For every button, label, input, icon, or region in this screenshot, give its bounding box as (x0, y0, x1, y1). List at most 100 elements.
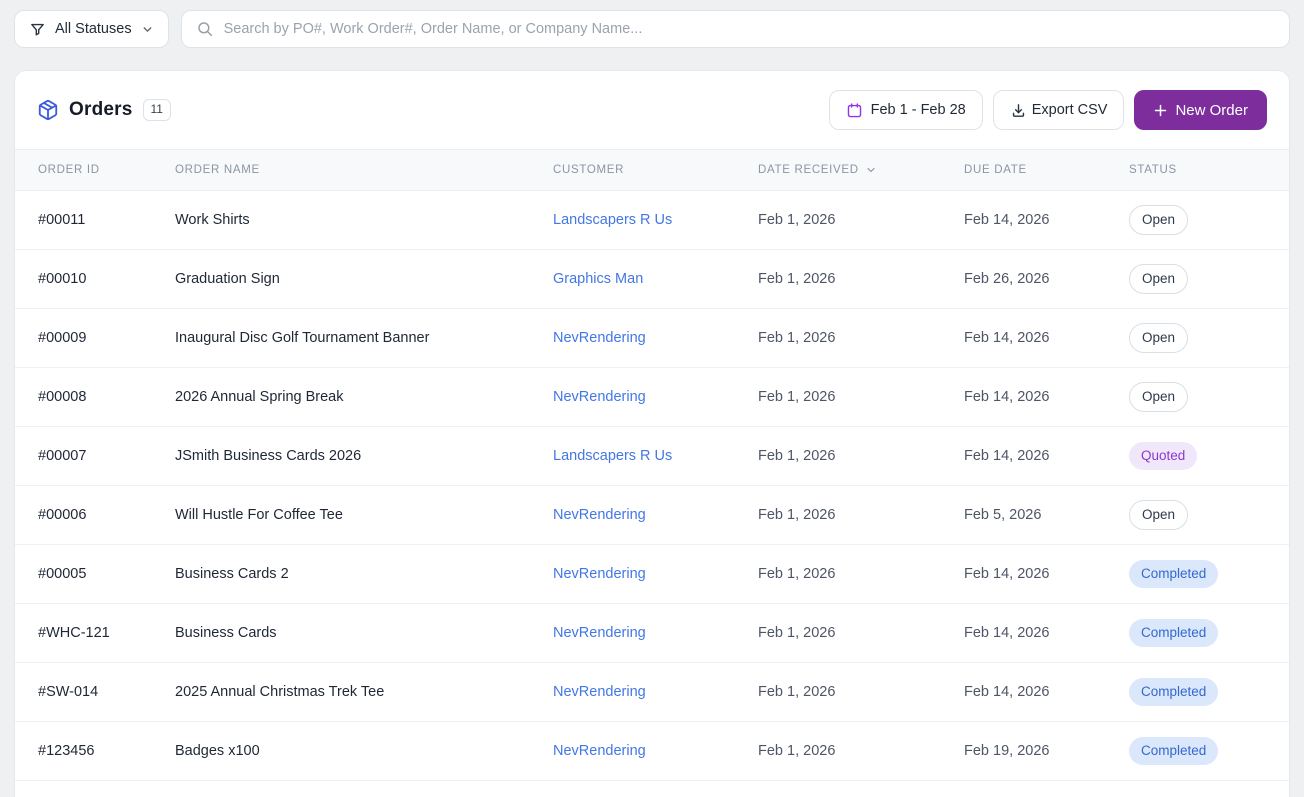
customer-link[interactable]: NevRendering (553, 566, 646, 582)
due-date: Feb 5, 2026 (964, 486, 1129, 545)
column-header-status: STATUS (1129, 150, 1289, 191)
new-order-button[interactable]: New Order (1134, 90, 1267, 130)
page-title: Orders (69, 99, 133, 121)
table-row[interactable]: #SW-014 2025 Annual Christmas Trek Tee N… (15, 663, 1289, 722)
sort-chevron-down-icon (865, 164, 877, 176)
order-id: #00006 (15, 486, 175, 545)
search-box (181, 10, 1290, 48)
date-received: Feb 1, 2026 (758, 486, 964, 545)
order-name: Business Cards (175, 604, 553, 663)
order-id: #00011 (15, 191, 175, 250)
column-header-customer: CUSTOMER (553, 150, 758, 191)
plus-icon (1153, 103, 1168, 118)
date-received: Feb 1, 2026 (758, 663, 964, 722)
new-order-label: New Order (1175, 102, 1248, 119)
date-received: Feb 1, 2026 (758, 545, 964, 604)
table-row[interactable]: #00010 Graduation Sign Graphics Man Feb … (15, 250, 1289, 309)
orders-count-badge: 11 (143, 99, 171, 121)
due-date: Feb 14, 2026 (964, 309, 1129, 368)
column-header-due-date: DUE DATE (964, 150, 1129, 191)
orders-panel-header: Orders 11 Feb 1 - Feb 28 (15, 71, 1289, 149)
order-id: #WHC-121 (15, 604, 175, 663)
table-row[interactable]: #00011 Work Shirts Landscapers R Us Feb … (15, 191, 1289, 250)
column-header-order-id: ORDER ID (15, 150, 175, 191)
order-name: Graduation Sign (175, 250, 553, 309)
order-name: Inaugural Disc Golf Tournament Banner (175, 309, 553, 368)
order-name: 2026 Annual Spring Break (175, 368, 553, 427)
customer-link[interactable]: NevRendering (553, 625, 646, 641)
status-filter-label: All Statuses (55, 21, 132, 37)
date-range-button[interactable]: Feb 1 - Feb 28 (829, 90, 983, 130)
customer-link[interactable]: NevRendering (553, 389, 646, 405)
customer-link[interactable]: Landscapers R Us (553, 212, 672, 228)
status-badge: Open (1129, 264, 1188, 294)
status-badge: Completed (1129, 560, 1218, 588)
order-id: #00008 (15, 368, 175, 427)
order-name: 2025 Annual Christmas Trek Tee (175, 663, 553, 722)
order-name: Will Hustle For Coffee Tee (175, 486, 553, 545)
due-date: Feb 14, 2026 (964, 427, 1129, 486)
status-badge: Open (1129, 500, 1188, 530)
search-icon (196, 20, 214, 38)
search-input[interactable] (224, 21, 1275, 37)
orders-panel: Orders 11 Feb 1 - Feb 28 (14, 70, 1290, 797)
date-received: Feb 1, 2026 (758, 309, 964, 368)
export-csv-button[interactable]: Export CSV (993, 90, 1125, 130)
calendar-icon (846, 102, 863, 119)
status-badge: Quoted (1129, 442, 1197, 470)
filter-bar: All Statuses (0, 0, 1304, 48)
due-date: Feb 26, 2026 (964, 250, 1129, 309)
customer-link[interactable]: Graphics Man (553, 271, 643, 287)
orders-table: ORDER ID ORDER NAME CUSTOMER DATE RECEIV… (15, 149, 1289, 781)
date-received: Feb 1, 2026 (758, 191, 964, 250)
order-id: #00010 (15, 250, 175, 309)
export-csv-label: Export CSV (1032, 102, 1108, 118)
table-row[interactable]: #123456 Badges x100 NevRendering Feb 1, … (15, 722, 1289, 781)
order-id: #00009 (15, 309, 175, 368)
customer-link[interactable]: NevRendering (553, 507, 646, 523)
chevron-down-icon (141, 23, 154, 36)
status-filter-dropdown[interactable]: All Statuses (14, 10, 169, 48)
table-row[interactable]: #WHC-121 Business Cards NevRendering Feb… (15, 604, 1289, 663)
due-date: Feb 14, 2026 (964, 604, 1129, 663)
package-icon (37, 99, 59, 121)
date-received: Feb 1, 2026 (758, 604, 964, 663)
status-badge: Completed (1129, 619, 1218, 647)
status-badge: Open (1129, 323, 1188, 353)
column-header-date-received[interactable]: DATE RECEIVED (758, 150, 964, 191)
status-badge: Completed (1129, 737, 1218, 765)
due-date: Feb 14, 2026 (964, 545, 1129, 604)
status-badge: Completed (1129, 678, 1218, 706)
column-header-order-name: ORDER NAME (175, 150, 553, 191)
customer-link[interactable]: NevRendering (553, 743, 646, 759)
order-id: #123456 (15, 722, 175, 781)
filter-icon (29, 21, 46, 38)
download-icon (1010, 102, 1027, 119)
table-row[interactable]: #00005 Business Cards 2 NevRendering Feb… (15, 545, 1289, 604)
order-name: Badges x100 (175, 722, 553, 781)
table-row[interactable]: #00008 2026 Annual Spring Break NevRende… (15, 368, 1289, 427)
order-id: #00007 (15, 427, 175, 486)
order-name: JSmith Business Cards 2026 (175, 427, 553, 486)
date-range-label: Feb 1 - Feb 28 (871, 102, 966, 118)
due-date: Feb 14, 2026 (964, 663, 1129, 722)
customer-link[interactable]: NevRendering (553, 330, 646, 346)
table-row[interactable]: #00009 Inaugural Disc Golf Tournament Ba… (15, 309, 1289, 368)
status-badge: Open (1129, 205, 1188, 235)
table-row[interactable]: #00006 Will Hustle For Coffee Tee NevRen… (15, 486, 1289, 545)
due-date: Feb 14, 2026 (964, 368, 1129, 427)
due-date: Feb 19, 2026 (964, 722, 1129, 781)
order-id: #SW-014 (15, 663, 175, 722)
customer-link[interactable]: NevRendering (553, 684, 646, 700)
order-id: #00005 (15, 545, 175, 604)
date-received: Feb 1, 2026 (758, 250, 964, 309)
status-badge: Open (1129, 382, 1188, 412)
table-row[interactable]: #00007 JSmith Business Cards 2026 Landsc… (15, 427, 1289, 486)
customer-link[interactable]: Landscapers R Us (553, 448, 672, 464)
due-date: Feb 14, 2026 (964, 191, 1129, 250)
order-name: Business Cards 2 (175, 545, 553, 604)
date-received: Feb 1, 2026 (758, 722, 964, 781)
date-received: Feb 1, 2026 (758, 368, 964, 427)
order-name: Work Shirts (175, 191, 553, 250)
date-received: Feb 1, 2026 (758, 427, 964, 486)
